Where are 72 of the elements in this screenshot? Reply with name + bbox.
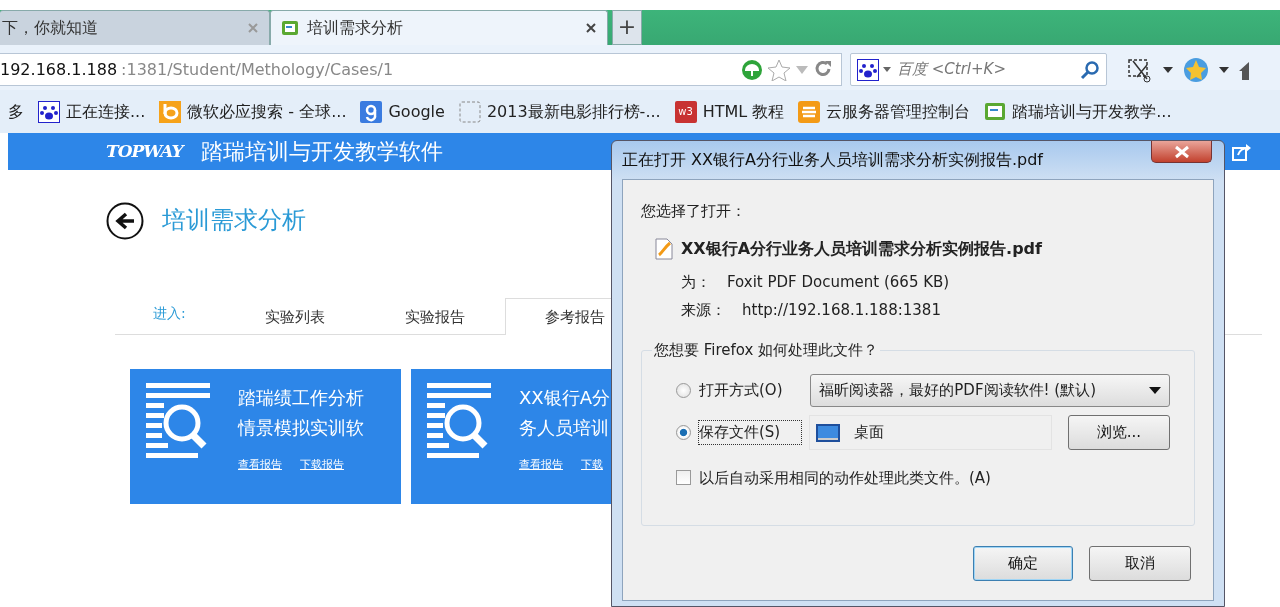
bing-icon xyxy=(159,100,182,123)
option-label[interactable]: 打开方式(O) xyxy=(699,379,803,402)
blank-page-icon xyxy=(458,100,481,123)
logo: TOPWAY xyxy=(106,139,183,163)
page-tab[interactable]: 实验报告 xyxy=(365,298,505,334)
dialog-label: 您选择了打开： xyxy=(641,201,747,222)
bookmark-link[interactable]: Google xyxy=(388,99,445,124)
field-label: 为： xyxy=(681,271,711,293)
field-value: Foxit PDF Document (665 KB) xyxy=(727,271,950,293)
card-title: 情景模拟实训软 xyxy=(238,416,364,440)
ok-button[interactable]: 确定 xyxy=(973,545,1073,581)
bookmark-link[interactable]: 云服务器管理控制台 xyxy=(826,99,971,124)
address-bar[interactable]: 192.168.1.188 :1381/Student/Methology/Cases/1 xyxy=(0,53,842,86)
browser-tab[interactable]: 培训需求分析 xyxy=(270,10,608,45)
card-link[interactable]: 查看报告 xyxy=(238,457,282,474)
close-icon xyxy=(1173,144,1190,159)
star-badge-icon[interactable] xyxy=(1183,56,1209,83)
radio-button[interactable] xyxy=(676,425,691,440)
page-title: 培训需求分析 xyxy=(162,206,306,235)
checkbox[interactable] xyxy=(676,470,691,486)
bookmark-link[interactable]: HTML 教程 xyxy=(702,99,785,124)
page-icon xyxy=(984,100,1007,123)
card-link[interactable]: 查看报告 xyxy=(519,457,563,474)
cloud-icon xyxy=(798,100,821,123)
search-bar[interactable]: 百度 <Ctrl+K> xyxy=(850,53,1107,86)
browser-tab[interactable]: 下，你就知道 xyxy=(0,10,270,45)
app-dropdown[interactable]: 福昕阅读器，最好的PDF阅读软件! (默认) xyxy=(810,374,1170,407)
cancel-button[interactable]: 取消 xyxy=(1089,545,1191,581)
page-tab[interactable]: 实验列表 xyxy=(225,298,365,334)
url-text: 192.168.1.188 xyxy=(0,58,118,81)
w3-icon: w3 xyxy=(674,100,697,123)
bookmark-link[interactable]: 正在连接... xyxy=(66,99,146,124)
field-label: 来源： xyxy=(681,300,726,321)
bookmark-link[interactable]: 微软必应搜索 - 全球... xyxy=(187,99,347,124)
dialog-title: 正在打开 XX银行A分行业务人员培训需求分析实例报告.pdf xyxy=(622,149,1045,171)
paw-icon xyxy=(38,100,60,123)
folder-field: 桌面 xyxy=(809,415,1052,450)
dropdown-icon[interactable] xyxy=(883,66,891,73)
close-button[interactable] xyxy=(1151,141,1212,163)
pdf-file-icon xyxy=(655,237,673,260)
search-icon[interactable] xyxy=(1080,59,1100,80)
checkbox-label: 以后自动采用相同的动作处理此类文件。(A) xyxy=(699,467,991,489)
card-title: 踏瑞绩工作分析 xyxy=(238,386,364,410)
app-title: 踏瑞培训与开发教学软件 xyxy=(200,138,443,166)
url-text: :1381/Student/Methology/Cases/1 xyxy=(121,58,395,81)
card-title: XX银行A分 xyxy=(519,386,610,410)
new-tab-button[interactable]: + xyxy=(612,10,642,45)
card-link[interactable]: 下载报告 xyxy=(300,457,344,474)
bookmark-link[interactable]: 多 xyxy=(8,99,24,124)
dropdown-icon[interactable] xyxy=(1163,66,1173,73)
dropdown-icon[interactable] xyxy=(1219,66,1229,73)
radio-button[interactable] xyxy=(676,383,691,398)
option-label[interactable]: 保存文件(S) xyxy=(699,421,802,444)
google-icon xyxy=(360,100,383,123)
file-name: XX银行A分行业务人员培训需求分析实例报告.pdf xyxy=(681,237,1042,260)
star-icon[interactable] xyxy=(767,58,791,81)
browse-button[interactable]: 浏览... xyxy=(1067,415,1170,450)
close-icon[interactable] xyxy=(585,22,597,34)
go-icon[interactable] xyxy=(741,58,763,81)
share-icon[interactable] xyxy=(1232,142,1252,161)
dropdown-icon xyxy=(1149,387,1161,394)
desktop-icon xyxy=(816,423,841,442)
bookmark-link[interactable]: 2013最新电影排行榜-... xyxy=(486,99,661,124)
bookmark-link[interactable]: 踏瑞培训与开发教学... xyxy=(1012,99,1172,124)
back-icon[interactable] xyxy=(106,202,144,240)
card-link[interactable]: 下载 xyxy=(581,457,603,474)
card-title: 务人员培训 xyxy=(519,416,610,440)
page-icon xyxy=(281,19,299,37)
paw-icon[interactable] xyxy=(857,58,879,81)
field-value: http://192.168.1.188:1381 xyxy=(742,300,941,321)
nav-label: 进入: xyxy=(152,304,187,323)
screenshot-icon[interactable] xyxy=(1127,56,1153,83)
